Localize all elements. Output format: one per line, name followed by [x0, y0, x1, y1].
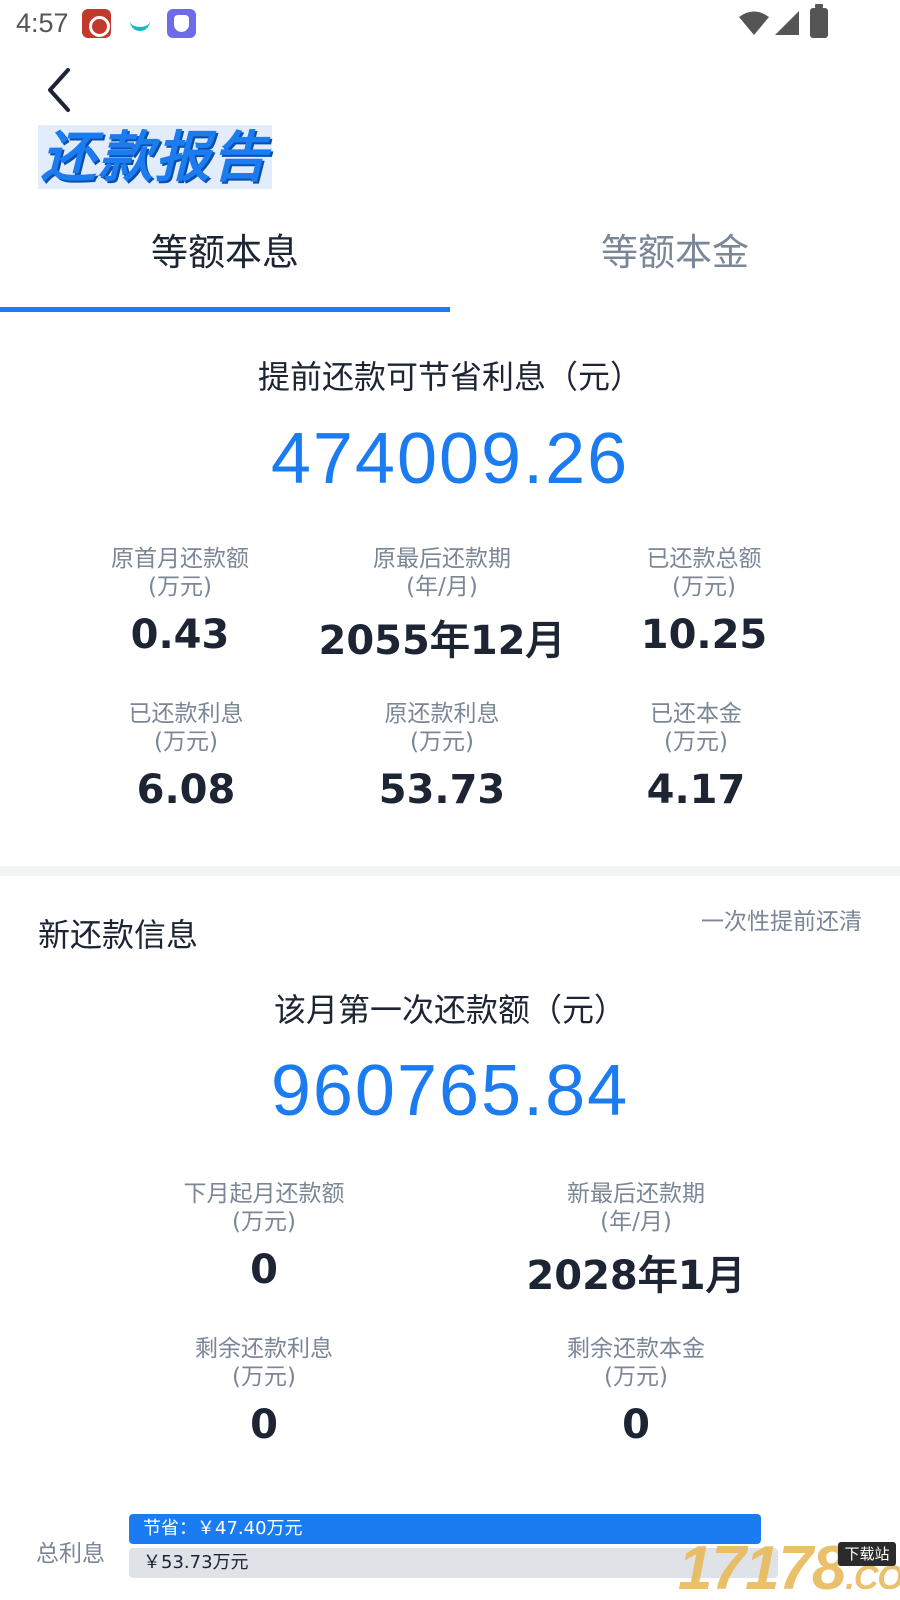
first-payment-title: 该月第一次还款额（元）: [273, 991, 626, 1029]
stat-original-interest: 原还款利息 (万元) 53.73: [312, 700, 572, 814]
stat-label: 下月起月还款额: [183, 1181, 345, 1207]
stat-value: 4.17: [646, 767, 746, 813]
chevron-left-icon: [48, 68, 70, 112]
stat-value: 0: [622, 1402, 650, 1448]
purple-app-icon: [167, 9, 196, 38]
site-watermark-logo: 17178.COM 下载站: [678, 1538, 900, 1600]
stat-value: 0: [250, 1402, 278, 1448]
weibo-app-icon: [82, 9, 111, 38]
stat-unit: (万元): [148, 574, 212, 600]
stat-unit: (万元): [664, 729, 728, 755]
stat-label: 原还款利息: [384, 701, 500, 727]
page-title: 还款报告: [38, 125, 273, 189]
interest-saved-bar: 节省：￥47.40万元: [129, 1514, 761, 1544]
watermark-badge: 下载站: [838, 1542, 896, 1566]
stat-original-first-payment: 原首月还款额 (万元) 0.43: [50, 545, 310, 659]
stat-total-paid: 已还款总额 (万元) 10.25: [574, 545, 834, 659]
interest-total-text: ￥53.73万元: [143, 1552, 249, 1573]
first-payment-value: 960765.84: [270, 1051, 630, 1131]
stat-unit: (万元): [410, 729, 474, 755]
stat-label: 原最后还款期: [373, 546, 511, 572]
signal-icon: [775, 11, 799, 35]
stat-label: 已还款总额: [646, 546, 762, 572]
teal-app-icon: [128, 9, 157, 38]
active-tab-indicator: [0, 307, 450, 312]
stat-original-last-period: 原最后还款期 (年/月) 2055年12月: [312, 545, 572, 665]
stat-label: 已还款利息: [128, 701, 244, 727]
stat-value: 2028年1月: [526, 1253, 746, 1299]
stat-value: 2055年12月: [318, 618, 566, 664]
section-divider: [0, 866, 900, 876]
savings-value: 474009.26: [270, 419, 630, 499]
tab-equal-principal[interactable]: 等额本金: [450, 215, 900, 313]
stat-value: 10.25: [640, 612, 768, 658]
stat-new-last-period: 新最后还款期 (年/月) 2028年1月: [506, 1180, 766, 1300]
new-info-section-title: 新还款信息: [38, 916, 199, 954]
stat-label: 剩余还款本金: [567, 1336, 705, 1362]
savings-title: 提前还款可节省利息（元）: [257, 358, 642, 396]
stat-value: 0.43: [130, 612, 230, 658]
stat-remaining-principal: 剩余还款本金 (万元) 0: [506, 1335, 766, 1449]
tab-bar: 等额本息 等额本金: [0, 215, 900, 313]
stat-remaining-interest: 剩余还款利息 (万元) 0: [134, 1335, 394, 1449]
stat-label: 已还本金: [650, 701, 742, 727]
stat-principal-paid: 已还本金 (万元) 4.17: [566, 700, 826, 814]
stat-next-monthly-payment: 下月起月还款额 (万元) 0: [134, 1180, 394, 1294]
stat-value: 6.08: [136, 767, 236, 813]
stat-unit: (万元): [232, 1209, 296, 1235]
stat-unit: (万元): [672, 574, 736, 600]
prepay-mode-link[interactable]: 一次性提前还清: [701, 902, 862, 936]
stat-value: 53.73: [378, 767, 506, 813]
stat-value: 0: [250, 1247, 278, 1293]
stat-label: 新最后还款期: [567, 1181, 705, 1207]
stat-label: 剩余还款利息: [195, 1336, 333, 1362]
status-time: 4:57: [16, 8, 69, 38]
stat-unit: (万元): [154, 729, 218, 755]
wifi-icon: [739, 11, 769, 35]
stat-unit: (万元): [604, 1364, 668, 1390]
stat-interest-paid: 已还款利息 (万元) 6.08: [56, 700, 316, 814]
stat-unit: (年/月): [600, 1209, 672, 1235]
interest-saved-text: 节省：￥47.40万元: [143, 1518, 303, 1539]
stat-label: 原首月还款额: [111, 546, 249, 572]
stat-unit: (万元): [232, 1364, 296, 1390]
stat-unit: (年/月): [406, 574, 478, 600]
battery-icon: [810, 4, 828, 38]
status-bar: 4:57: [0, 0, 900, 48]
back-button[interactable]: [38, 64, 86, 116]
tab-equal-installment[interactable]: 等额本息: [0, 215, 450, 313]
total-interest-label: 总利息: [36, 1541, 105, 1567]
